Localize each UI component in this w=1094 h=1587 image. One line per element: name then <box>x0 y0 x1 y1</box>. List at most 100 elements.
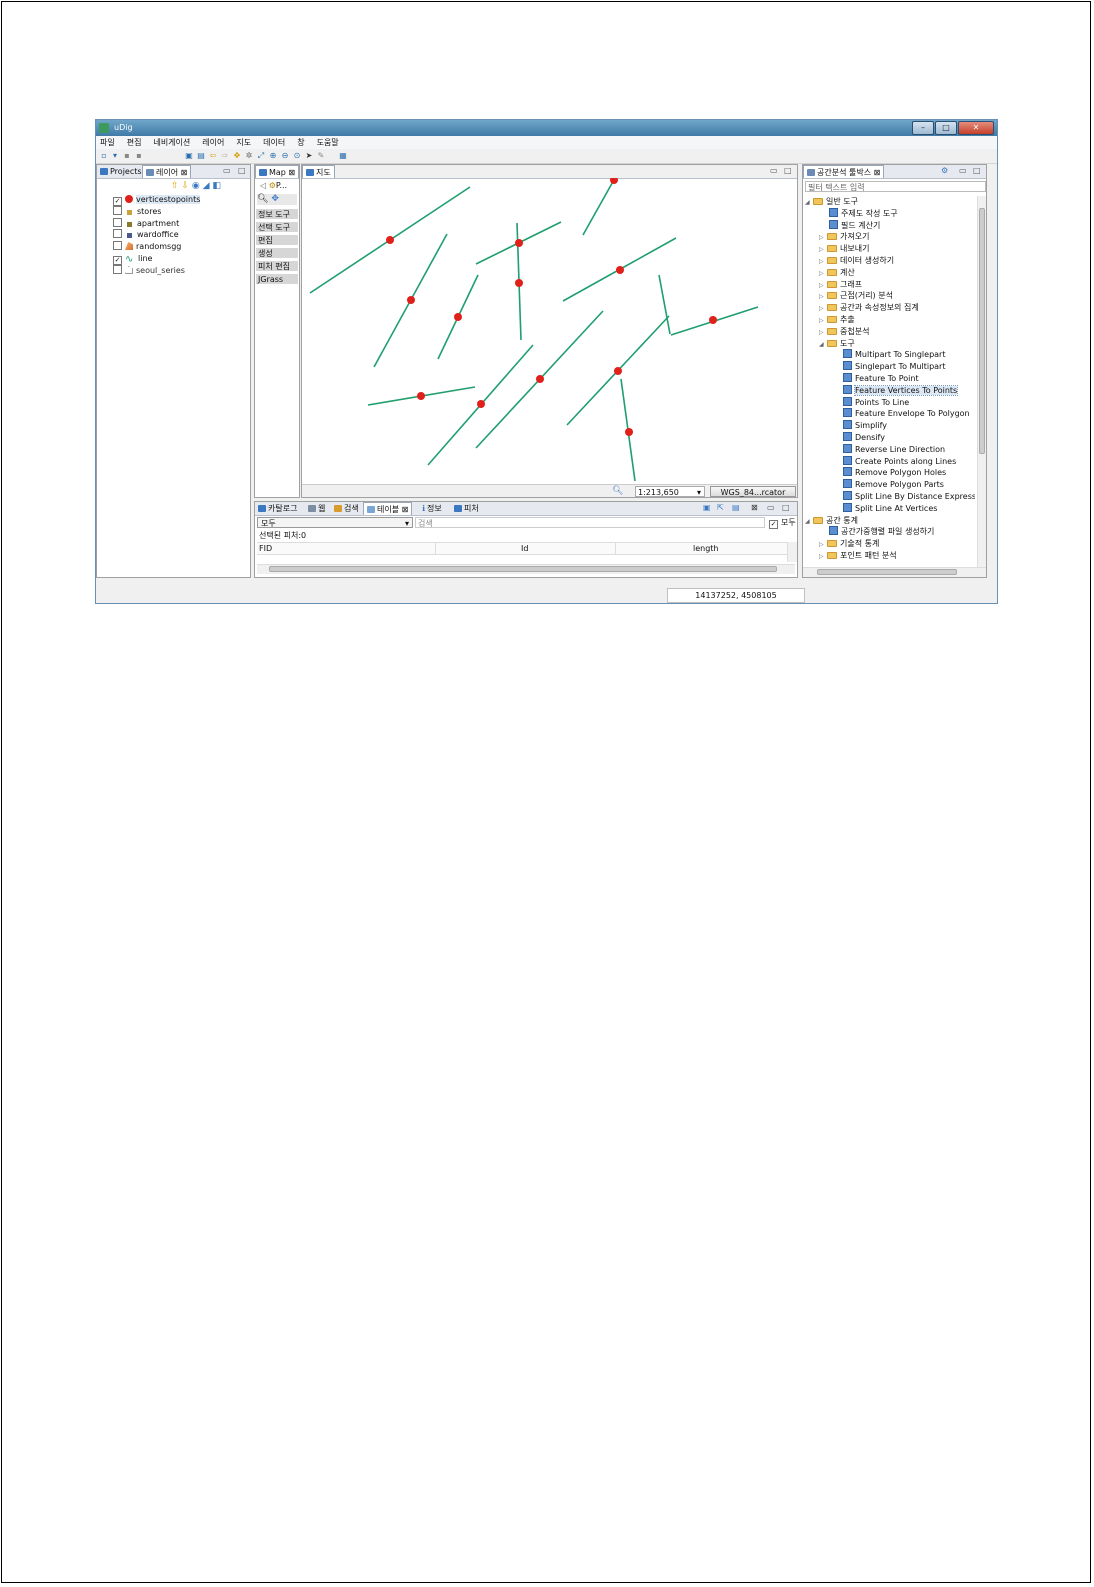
menu-edit[interactable]: 편집 <box>127 136 142 149</box>
table-export-icon[interactable]: ▤ <box>732 503 740 512</box>
back-arrow-icon[interactable]: ⇦ <box>208 151 218 161</box>
minimize-view-icon[interactable]: ▭ <box>959 166 967 175</box>
tree-folder[interactable]: ▷ 기술적 통계 <box>819 538 879 550</box>
tree-folder[interactable]: ◢ 공간 통계 <box>805 515 858 527</box>
forward-arrow-icon[interactable]: ⇨ <box>220 151 230 161</box>
tree-tool-item[interactable]: Remove Polygon Holes <box>843 467 946 479</box>
tab-table[interactable]: 테이블 ⊠ <box>363 502 413 515</box>
new-icon[interactable]: ▫ <box>99 151 109 161</box>
menu-navigation[interactable]: 네비게이션 <box>153 136 190 149</box>
layer-checkbox[interactable] <box>113 218 122 227</box>
tree-tool-item[interactable]: Simplify <box>843 420 887 432</box>
gear-icon[interactable]: ⚙ <box>269 181 276 190</box>
layer-row-verticestopoints[interactable]: ✓ verticestopoints <box>113 194 201 206</box>
layer-row-apartment[interactable]: apartment <box>113 218 179 229</box>
tab-map-palette[interactable]: Map ⊠ <box>255 165 299 178</box>
layer-checkbox[interactable] <box>113 206 122 215</box>
tree-tool-item[interactable]: Multipart To Singlepart <box>843 349 945 361</box>
expanded-arrow-icon[interactable]: ◢ <box>805 197 813 209</box>
zoom-layer-icon[interactable]: ⊙ <box>292 151 302 161</box>
layer-checkbox[interactable]: ✓ <box>113 256 122 265</box>
tree-folder[interactable]: ▷ 계산 <box>819 267 855 279</box>
table-search-input[interactable]: 검색 <box>415 517 765 528</box>
monitor-icon[interactable]: ▣ <box>184 151 194 161</box>
zoom-tool-icon[interactable]: 🔍︎ <box>257 194 268 204</box>
tree-tool-item[interactable]: Create Points along Lines <box>843 455 956 468</box>
settings-icon[interactable]: ⚙ <box>941 166 948 175</box>
pan-tool-icon[interactable]: ✥ <box>271 194 279 204</box>
vertex-point-feature[interactable] <box>515 239 523 247</box>
tab-projects[interactable]: Projects <box>97 165 145 178</box>
tree-tool-item[interactable]: Feature Envelope To Polygon <box>843 408 970 420</box>
menu-help[interactable]: 도움말 <box>317 136 339 149</box>
style-icon[interactable]: ◢ <box>203 181 210 191</box>
table-vertical-scrollbar[interactable] <box>787 542 797 562</box>
menu-window[interactable]: 창 <box>297 136 304 149</box>
tree-folder[interactable]: ▷ 가져오기 <box>819 231 869 243</box>
vertex-point-feature[interactable] <box>515 279 523 287</box>
edit-icon[interactable]: ✎ <box>316 151 326 161</box>
toolbox-icon[interactable]: ▦ <box>338 151 348 161</box>
maximize-view-icon[interactable]: □ <box>784 166 792 175</box>
vertex-point-feature[interactable] <box>610 178 618 184</box>
table-action-icon[interactable]: ▣ <box>703 503 711 512</box>
tree-tool-item[interactable]: Points To Line <box>843 396 909 409</box>
refresh-icon[interactable]: ✲ <box>244 151 254 161</box>
vertex-point-feature[interactable] <box>477 400 485 408</box>
palette-category-create[interactable]: 생성 <box>256 248 298 259</box>
layer-row-line[interactable]: ✓ ∿ line <box>113 253 152 265</box>
layers-icon[interactable]: ▤ <box>196 151 206 161</box>
scale-zoom-icon[interactable]: 🔍︎ <box>612 486 623 496</box>
vertex-point-feature[interactable] <box>616 266 624 274</box>
layer-row-wardoffice[interactable]: wardoffice <box>113 229 179 240</box>
table-edit-icon[interactable]: ⇱ <box>717 503 724 512</box>
maximize-view-icon[interactable]: □ <box>782 503 790 512</box>
menu-data[interactable]: 데이터 <box>263 136 285 149</box>
menu-map[interactable]: 지도 <box>236 136 251 149</box>
save-icon[interactable]: ▪ <box>122 151 132 161</box>
column-header-length[interactable]: length <box>693 543 719 554</box>
minimize-view-icon[interactable]: ▭ <box>223 166 231 175</box>
layer-checkbox[interactable] <box>113 229 122 238</box>
pan-icon[interactable]: ✥ <box>232 151 242 161</box>
dropdown-arrow-icon[interactable]: ▾ <box>110 151 120 161</box>
close-button[interactable]: ✕ <box>958 121 994 135</box>
palette-category-info[interactable]: 정보 도구 <box>256 209 298 220</box>
tree-tool-item[interactable]: Feature Vertices To Points <box>843 384 959 397</box>
layer-properties-icon[interactable]: ◧ <box>212 181 221 191</box>
vertex-point-feature[interactable] <box>625 428 633 436</box>
palette-category-edit[interactable]: 편집 <box>256 235 298 246</box>
vertex-point-feature[interactable] <box>386 236 394 244</box>
tree-folder[interactable]: ▷ 포인트 패턴 분석 <box>819 550 897 562</box>
vertex-point-feature[interactable] <box>614 367 622 375</box>
tree-folder[interactable]: ▷ 중첩분석 <box>819 326 869 338</box>
vertex-point-feature[interactable] <box>417 392 425 400</box>
tree-folder[interactable]: ▷ 데이터 생성하기 <box>819 255 894 267</box>
selection-toggle-icon[interactable]: ⊠ <box>751 503 758 512</box>
maximize-view-icon[interactable]: □ <box>238 166 246 175</box>
tree-tool-item[interactable]: Feature To Point <box>843 373 919 385</box>
tree-folder[interactable]: ◢ 일반 도구 <box>805 196 858 208</box>
palette-category-select[interactable]: 선택 도구 <box>256 222 298 233</box>
maximize-button[interactable]: □ <box>935 121 957 135</box>
tab-web[interactable]: 웹 <box>305 502 328 515</box>
move-layer-up-icon[interactable]: ⇧ <box>171 181 179 191</box>
minimize-view-icon[interactable]: ▭ <box>770 166 778 175</box>
collapsed-arrow-icon[interactable]: ▷ <box>819 551 827 563</box>
tree-folder[interactable]: ▷ 그래프 <box>819 279 862 291</box>
layer-checkbox[interactable]: ✓ <box>113 197 122 206</box>
tree-tool-item[interactable]: 공간가중행렬 파일 생성하기 <box>829 526 934 538</box>
layer-row-stores[interactable]: stores <box>113 206 161 217</box>
tab-map[interactable]: 지도 <box>302 165 335 178</box>
palette-subtab[interactable]: P... <box>276 181 287 190</box>
filter-select[interactable]: 모두 ▾ <box>257 517 413 528</box>
collapse-icon[interactable]: ◁ <box>260 181 266 190</box>
line-feature[interactable] <box>582 178 616 236</box>
tab-search[interactable]: 검색 <box>331 502 362 515</box>
tree-vertical-scrollbar[interactable] <box>977 196 986 568</box>
tree-horizontal-scrollbar[interactable] <box>803 567 986 577</box>
tab-info[interactable]: ℹ 정보 <box>419 502 445 515</box>
menu-layer[interactable]: 레이어 <box>202 136 224 149</box>
minimize-view-icon[interactable]: ▭ <box>767 503 775 512</box>
tree-tool-item[interactable]: Split Line By Distance Expression <box>843 491 975 503</box>
